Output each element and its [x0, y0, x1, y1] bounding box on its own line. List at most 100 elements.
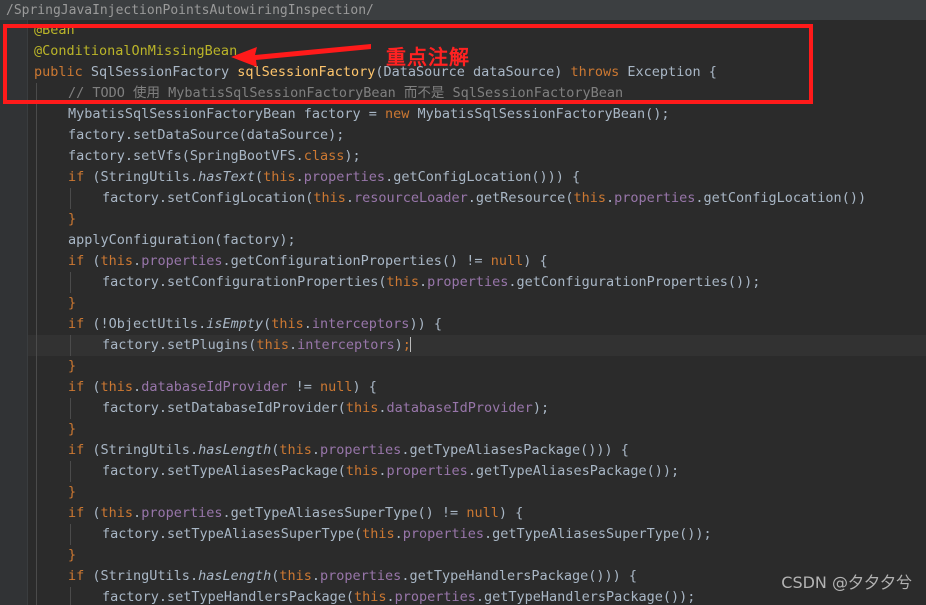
code-line-text: @ConditionalOnMissingBean — [34, 43, 237, 59]
code-token: public — [34, 64, 83, 80]
code-token: this — [313, 190, 346, 206]
code-token: databaseIdProvider — [141, 379, 288, 395]
code-token: ) — [394, 337, 403, 353]
code-line-text: } — [34, 295, 76, 311]
code-token: if — [68, 442, 85, 458]
code-line[interactable]: } — [28, 482, 926, 503]
code-line[interactable]: @Bean — [28, 20, 926, 41]
code-token: ) { — [523, 253, 548, 269]
code-token: SqlSessionFactory — [90, 64, 230, 80]
code-token: ( — [84, 379, 101, 395]
code-token: properties — [320, 442, 402, 458]
code-line-text: } — [34, 211, 76, 227]
code-token: . — [419, 274, 428, 290]
code-token: factory.setTypeAliasesSuperType( — [102, 526, 363, 542]
code-token: this — [100, 253, 134, 269]
code-token: . — [386, 589, 395, 605]
code-line[interactable]: factory.setDatabaseIdProvider(this.datab… — [28, 398, 926, 419]
code-token: MybatisSqlSessionFactoryBean — [417, 106, 646, 122]
code-line[interactable]: // TODO 使用 MybatisSqlSessionFactoryBean … — [28, 83, 926, 104]
code-token: null — [466, 505, 499, 521]
code-line-text: if (this.properties.getConfigurationProp… — [34, 253, 548, 269]
code-token: . — [189, 442, 199, 458]
code-token: factory.setDataSource(dataSource); — [68, 127, 345, 143]
code-line[interactable]: if (this.properties.getConfigurationProp… — [28, 251, 926, 272]
code-line[interactable]: factory.setVfs(SpringBootVFS.class); — [28, 146, 926, 167]
code-line[interactable]: applyConfiguration(factory); — [28, 230, 926, 251]
code-token: if — [68, 568, 85, 584]
code-line[interactable]: if (!ObjectUtils.isEmpty(this.intercepto… — [28, 314, 926, 335]
code-line-text: MybatisSqlSessionFactoryBean factory = n… — [34, 106, 669, 122]
code-line-text: factory.setVfs(SpringBootVFS.class); — [34, 148, 361, 164]
code-token: hasLength — [198, 442, 272, 458]
code-token: this — [386, 274, 419, 290]
code-line[interactable]: } — [28, 293, 926, 314]
code-token: ( — [375, 64, 384, 80]
code-token: . — [133, 505, 142, 521]
code-line[interactable]: if (this.databaseIdProvider != null) { — [28, 377, 926, 398]
code-token: this — [256, 337, 289, 353]
code-line[interactable]: public SqlSessionFactory sqlSessionFacto… — [28, 62, 926, 83]
code-token: } — [68, 295, 77, 311]
code-token: ( — [254, 169, 264, 185]
code-line-text: factory.setDatabaseIdProvider(this.datab… — [34, 400, 549, 416]
code-token: ( — [84, 568, 101, 584]
code-line[interactable]: factory.setPlugins(this.interceptors); — [28, 335, 926, 356]
code-token: ( — [84, 505, 101, 521]
code-token: SpringBootVFS — [189, 148, 296, 164]
code-token: . — [605, 190, 615, 206]
code-token: ( — [84, 253, 101, 269]
code-token: throws — [570, 64, 620, 80]
code-line[interactable]: } — [28, 356, 926, 377]
code-token: .getTypeAliasesSuperType() != — [222, 505, 467, 521]
code-line[interactable]: factory.setConfigurationProperties(this.… — [28, 272, 926, 293]
code-token: . — [295, 148, 304, 164]
code-line[interactable]: } — [28, 419, 926, 440]
code-token: ( — [84, 442, 101, 458]
code-token: . — [133, 379, 142, 395]
code-content[interactable]: @Bean @ConditionalOnMissingBean public Sql… — [28, 20, 926, 605]
annotation-note-label: 重点注解 — [386, 45, 470, 69]
editor-gutter[interactable] — [0, 20, 28, 605]
code-line-text: applyConfiguration(factory); — [34, 232, 296, 248]
code-token: . — [378, 463, 387, 479]
code-line[interactable]: if (this.properties.getTypeAliasesSuperT… — [28, 503, 926, 524]
code-line[interactable]: factory.setConfigLocation(this.resourceL… — [28, 188, 926, 209]
code-token: .getResource( — [467, 190, 574, 206]
code-line[interactable]: factory.setDataSource(dataSource); — [28, 125, 926, 146]
code-line[interactable]: factory.setTypeAliasesPackage(this.prope… — [28, 461, 926, 482]
code-token: MybatisSqlSessionFactoryBean — [68, 106, 296, 122]
code-token: interceptors — [297, 337, 395, 353]
code-line[interactable]: if (StringUtils.hasText(this.properties.… — [28, 167, 926, 188]
code-token: .getConfigurationProperties()); — [508, 274, 761, 290]
code-line[interactable]: } — [28, 209, 926, 230]
code-token: ); — [344, 148, 361, 164]
code-token: { — [700, 64, 717, 80]
code-line[interactable]: @ConditionalOnMissingBean — [28, 41, 926, 62]
code-token: . — [311, 442, 321, 458]
code-token: .getTypeHandlersPackage()); — [475, 589, 696, 605]
code-line[interactable]: factory.setTypeAliasesSuperType(this.pro… — [28, 524, 926, 545]
code-token: this — [263, 169, 296, 185]
code-line-text: public SqlSessionFactory sqlSessionFacto… — [34, 64, 717, 80]
code-token: sqlSessionFactory — [237, 64, 376, 80]
code-token: ( — [84, 169, 101, 185]
code-token: factory.setDatabaseIdProvider( — [102, 400, 346, 416]
code-line[interactable]: if (StringUtils.hasLength(this.propertie… — [28, 440, 926, 461]
code-token: .getConfigLocation())) { — [385, 169, 581, 185]
code-token: properties — [402, 526, 485, 542]
code-line-text: } — [34, 358, 76, 374]
code-token: this — [345, 400, 379, 416]
code-line[interactable]: MybatisSqlSessionFactoryBean factory = n… — [28, 104, 926, 125]
code-line[interactable]: } — [28, 545, 926, 566]
code-token: this — [353, 589, 387, 605]
code-token: properties — [614, 190, 696, 206]
code-token: dataSource) — [464, 64, 571, 80]
code-token: (); — [645, 106, 670, 122]
code-token: } — [68, 421, 77, 437]
code-token: . — [394, 526, 403, 542]
code-token: this — [345, 463, 379, 479]
code-token: .getConfigurationProperties() != — [222, 253, 491, 269]
